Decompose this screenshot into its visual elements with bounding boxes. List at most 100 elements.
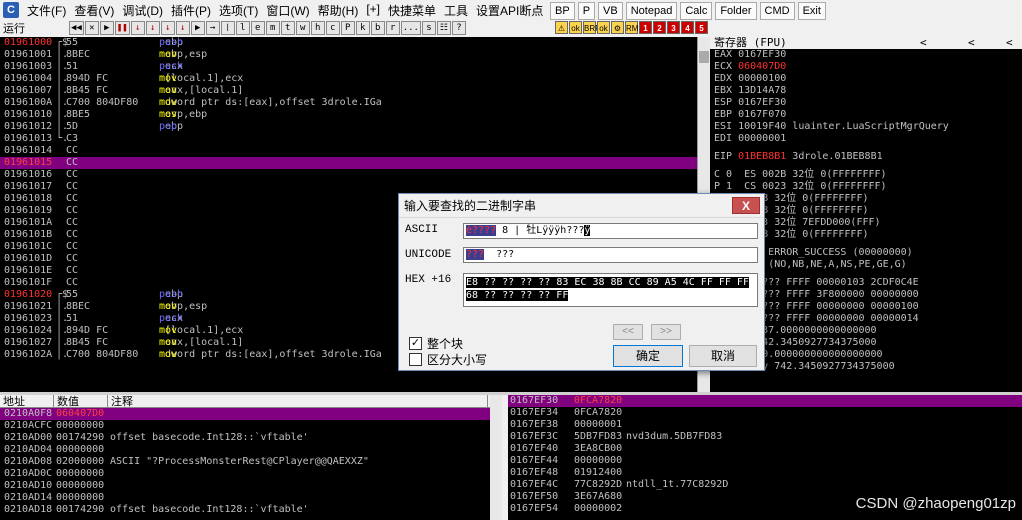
toolbar-button[interactable]: ▶ — [99, 21, 114, 35]
disasm-row[interactable]: 01961000 ┌$ 55 push ebp — [0, 37, 697, 49]
disasm-row[interactable]: 01961010 │. 8BE5 mov esp,ebp — [0, 109, 697, 121]
disasm-row[interactable]: 0196100A │. C700 804DF80 mov dword ptr ds:[… — [0, 97, 697, 109]
toolbar-button[interactable]: ↓ — [160, 21, 175, 35]
quick-icon[interactable]: ok — [597, 21, 610, 34]
whole-block-checkbox[interactable]: ✓ 整个块 — [409, 335, 463, 352]
app-icon[interactable]: C — [3, 2, 19, 18]
toolbar-button[interactable]: ↓ — [145, 21, 160, 35]
register-eip[interactable]: EIP 01BEB8B1 3drole.01BEB8B1 — [710, 151, 1022, 163]
dump-row[interactable]: 0210A0F8 060407D0 — [0, 408, 500, 420]
toolbar-button[interactable]: ◀◀ — [69, 21, 84, 35]
register-row[interactable]: ESI 10019F40 luainter.LuaScriptMgrQuery — [710, 121, 1022, 133]
memory-dump-pane[interactable]: 地址 数值 注释 0210A0F8 060407D0 0210ACFC 0000000… — [0, 395, 500, 520]
plugin-button[interactable]: Exit — [797, 2, 826, 20]
disasm-row[interactable]: 01961013└.C3retn — [0, 133, 697, 145]
quick-icon[interactable]: 4 — [681, 21, 694, 34]
toolbar-button[interactable]: c — [325, 21, 340, 35]
quick-icon[interactable]: 5 — [695, 21, 708, 34]
quick-icon[interactable]: 2 — [653, 21, 666, 34]
unicode-field[interactable]: ??? ??? — [463, 247, 758, 263]
disasm-row[interactable]: 01961017CCint3 — [0, 181, 697, 193]
menu-item[interactable]: [+] — [362, 2, 384, 19]
toolbar-button[interactable]: w — [295, 21, 310, 35]
toolbar-button[interactable]: k — [355, 21, 370, 35]
toolbar-button[interactable]: ? — [451, 21, 466, 35]
dump-row[interactable]: 0210AD04 00000000 — [0, 444, 500, 456]
stack-row[interactable]: 0167EF40 3EA8CB00 — [508, 443, 1022, 455]
toolbar-button[interactable]: ↓ — [175, 21, 190, 35]
dump-row[interactable]: 0210AD10 00000000 — [0, 480, 500, 492]
menu-item[interactable]: 选项(T) — [215, 2, 262, 19]
quick-icon[interactable]: 3 — [667, 21, 680, 34]
disasm-row[interactable]: 01961016CCint3 — [0, 169, 697, 181]
close-icon[interactable]: X — [732, 197, 760, 214]
dump-row[interactable]: 0210AD00 00174290 offset basecode.Int128::… — [0, 432, 500, 444]
plugin-button[interactable]: Calc — [680, 2, 713, 20]
disasm-row[interactable]: 01961003 │. 51 push ecx — [0, 61, 697, 73]
quick-icon[interactable]: RM — [625, 21, 638, 34]
menu-item[interactable]: 快捷菜单 — [384, 2, 440, 19]
dump-col-value[interactable]: 数值 — [54, 395, 108, 408]
quick-icon[interactable]: ⚠ — [555, 21, 568, 34]
prev-button[interactable]: << — [613, 324, 643, 340]
menu-item[interactable]: 插件(P) — [167, 2, 215, 19]
dialog-title-bar[interactable]: 输入要查找的二进制字串 X — [399, 194, 764, 218]
toolbar-button[interactable]: m — [265, 21, 280, 35]
stack-row[interactable]: 0167EF30 0FCA7820 — [508, 395, 1022, 407]
toolbar-button[interactable]: e — [250, 21, 265, 35]
next-button[interactable]: >> — [651, 324, 681, 340]
scroll-thumb[interactable] — [699, 51, 709, 63]
quick-icon[interactable]: 1 — [639, 21, 652, 34]
segment-row[interactable]: P 1 CS 0023 32位 0(FFFFFFFF) — [710, 181, 1022, 193]
disasm-row[interactable]: 01961015CCint3 — [0, 157, 697, 169]
toolbar-button[interactable]: l — [235, 21, 250, 35]
toolbar-button[interactable]: ❘ — [220, 21, 235, 35]
plugin-button[interactable]: BP — [550, 2, 575, 20]
toolbar-button[interactable]: ↓ — [130, 21, 145, 35]
stack-row[interactable]: 0167EF38 00000001 — [508, 419, 1022, 431]
stack-row[interactable]: 0167EF3C 5DB7FD83 nvd3dum.5DB7FD83 — [508, 431, 1022, 443]
disasm-row[interactable]: 01961001 │. 8BEC mov ebp,esp — [0, 49, 697, 61]
toolbar-button[interactable]: ▶ — [190, 21, 205, 35]
toolbar-button[interactable]: ... — [400, 21, 421, 35]
menu-item[interactable]: 文件(F) — [23, 2, 70, 19]
segment-row[interactable]: C 0 ES 002B 32位 0(FFFFFFFF) — [710, 169, 1022, 181]
quick-icon[interactable]: BRP — [583, 21, 600, 34]
menu-item[interactable]: 查看(V) — [70, 2, 118, 19]
disasm-row[interactable]: 01961012 │. 5D pop ebp — [0, 121, 697, 133]
menu-item[interactable]: 窗口(W) — [262, 2, 313, 19]
plugin-button[interactable]: Folder — [715, 2, 757, 20]
ascii-field[interactable]: è???? 8 | 牡Lÿÿÿh???ÿ — [463, 223, 758, 239]
register-row[interactable]: EDX 00000100 — [710, 73, 1022, 85]
register-row[interactable]: EBP 0167F070 — [710, 109, 1022, 121]
toolbar-button[interactable]: t — [280, 21, 295, 35]
disasm-row[interactable]: 01961004 │. 894D FC mov [local.1],ecx — [0, 73, 697, 85]
dump-row[interactable]: 0210AD08 02000000 ASCII "?ProcessMonsterRe… — [0, 456, 500, 468]
dump-row[interactable]: 0210AD18 00174290 offset basecode.Int128::… — [0, 504, 500, 516]
toolbar-button[interactable]: ❚❚ — [114, 21, 130, 35]
ok-button[interactable]: 确定 — [613, 345, 683, 367]
toolbar-button[interactable]: b — [370, 21, 385, 35]
register-row[interactable]: EDI 00000001 — [710, 133, 1022, 145]
menu-item[interactable]: 调试(D) — [118, 2, 167, 19]
toolbar-button[interactable]: ☷ — [436, 21, 451, 35]
cancel-button[interactable]: 取消 — [689, 345, 757, 367]
toolbar-button[interactable]: P — [340, 21, 355, 35]
register-row[interactable]: ESP 0167EF30 — [710, 97, 1022, 109]
toolbar-button[interactable]: → — [205, 21, 220, 35]
dump-col-address[interactable]: 地址 — [0, 395, 54, 408]
toolbar-button[interactable]: ✕ — [84, 21, 99, 35]
menu-item[interactable]: 设置API断点 — [472, 2, 547, 19]
dump-row[interactable]: 0210ACFC 00000000 — [0, 420, 500, 432]
plugin-button[interactable]: P — [577, 2, 596, 20]
register-row[interactable]: EBX 13D14A78 — [710, 85, 1022, 97]
toolbar-button[interactable]: r — [385, 21, 400, 35]
plugin-button[interactable]: Notepad — [625, 2, 678, 20]
stack-row[interactable]: 0167EF48 01912400 — [508, 467, 1022, 479]
quick-icon[interactable]: ok — [569, 21, 582, 34]
menu-item[interactable]: 工具 — [440, 2, 472, 19]
stack-row[interactable]: 0167EF44 00000000 — [508, 455, 1022, 467]
nav-arrow-icon[interactable]: < — [920, 37, 927, 49]
hex-field[interactable]: E8 ?? ?? ?? ?? 83 EC 38 8B CC 89 A5 4C F… — [463, 273, 758, 307]
toolbar-button[interactable]: s — [421, 21, 436, 35]
